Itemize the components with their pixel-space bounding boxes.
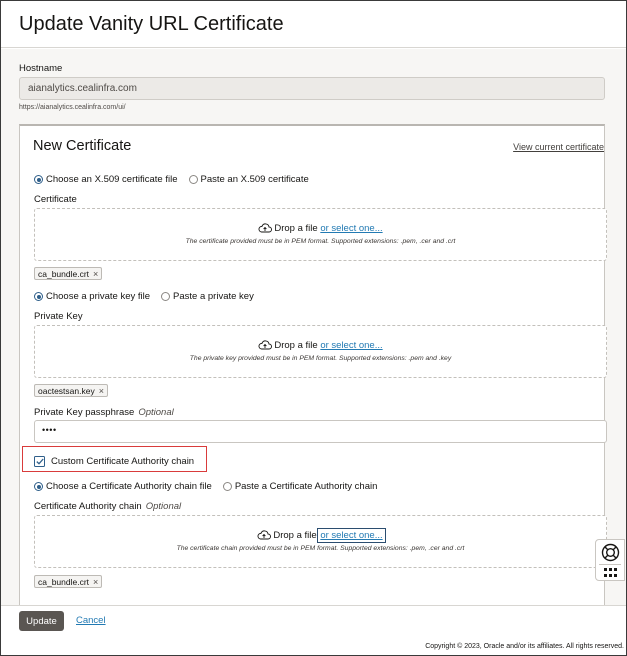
ca-chain-file-name: ca_bundle.crt <box>38 576 90 587</box>
radio-choose-private-key-file[interactable]: Choose a private key file <box>34 291 150 302</box>
radio-selected-icon[interactable] <box>34 175 43 184</box>
hostname-label: Hostname <box>19 63 63 74</box>
ca-chain-format-help: The certificate chain provided must be i… <box>176 545 465 552</box>
dialog: Update Vanity URL Certificate Hostname a… <box>0 0 627 656</box>
ca-chain-file-chip: ca_bundle.crt × <box>34 575 103 588</box>
radio-paste-private-key[interactable]: Paste a private key <box>161 291 254 302</box>
cloud-upload-icon <box>258 223 273 233</box>
ca-chain-label: Certificate Authority chain Optional <box>34 501 182 512</box>
certificate-label: Certificate <box>34 194 77 205</box>
dialog-title: Update Vanity URL Certificate <box>19 13 284 35</box>
private-key-source-radio-group: Choose a private key file Paste a privat… <box>34 291 265 302</box>
hostname-url-hint: https://aianalytics.cealinfra.com/ui/ <box>19 104 126 111</box>
cancel-link[interactable]: Cancel <box>76 615 106 626</box>
optional-tag: Optional <box>145 501 182 512</box>
view-current-certificate-link[interactable]: View current certificate <box>513 142 604 152</box>
hostname-value: aianalytics.cealinfra.com <box>28 83 137 94</box>
new-certificate-section: New Certificate View current certificate… <box>19 124 607 605</box>
radio-unselected-icon[interactable] <box>161 292 171 301</box>
certificate-file-chip: ca_bundle.crt × <box>34 267 103 280</box>
close-icon[interactable]: × <box>93 269 98 279</box>
select-private-key-file-link[interactable]: or select one... <box>320 340 382 351</box>
private-key-format-help: The private key provided must be in PEM … <box>189 355 452 362</box>
ca-chain-source-radio-group: Choose a Certificate Authority chain fil… <box>34 481 388 492</box>
dialog-footer: Update Cancel <box>1 605 626 637</box>
widget-divider <box>599 564 621 565</box>
certificate-format-help: The certificate provided must be in PEM … <box>185 238 456 245</box>
passphrase-label: Private Key passphrase Optional <box>34 407 174 418</box>
lifebuoy-icon[interactable] <box>600 543 621 562</box>
passphrase-value: •••• <box>42 425 57 435</box>
custom-ca-label: Custom Certificate Authority chain <box>51 456 195 467</box>
hostname-field: aianalytics.cealinfra.com <box>19 77 605 100</box>
private-key-file-chip: oactestsan.key × <box>34 384 108 397</box>
cloud-upload-icon <box>257 530 272 540</box>
select-certificate-file-link[interactable]: or select one... <box>320 223 382 234</box>
dialog-header: Update Vanity URL Certificate <box>1 1 626 48</box>
certificate-dropzone[interactable]: Drop a file or select one... The certifi… <box>34 208 607 261</box>
checkbox-checked-icon[interactable] <box>34 456 45 467</box>
cloud-upload-icon <box>258 340 273 350</box>
certificate-source-radio-group: Choose an X.509 certificate file Paste a… <box>34 174 320 185</box>
help-widget[interactable] <box>595 539 625 581</box>
drop-file-text: Drop a file <box>273 530 317 541</box>
private-key-label: Private Key <box>34 311 83 322</box>
close-icon[interactable]: × <box>99 386 104 396</box>
radio-paste-certificate[interactable]: Paste an X.509 certificate <box>188 174 309 185</box>
radio-unselected-icon[interactable] <box>188 175 198 184</box>
drop-file-text: Drop a file <box>274 340 318 351</box>
ca-chain-dropzone[interactable]: Drop a file or select one... The certifi… <box>34 515 607 568</box>
certificate-file-name: ca_bundle.crt <box>38 268 90 279</box>
dialog-body[interactable]: Hostname aianalytics.cealinfra.com https… <box>1 49 626 605</box>
select-ca-chain-file-link[interactable]: or select one... <box>317 528 386 543</box>
copyright-text: Copyright © 2023, Oracle and/or its affi… <box>425 643 624 650</box>
radio-selected-icon[interactable] <box>34 482 43 491</box>
drop-file-text: Drop a file <box>274 223 318 234</box>
update-button[interactable]: Update <box>19 611 64 631</box>
close-icon[interactable]: × <box>93 577 98 587</box>
radio-selected-icon[interactable] <box>34 292 43 301</box>
radio-unselected-icon[interactable] <box>222 482 232 491</box>
custom-ca-checkbox[interactable]: Custom Certificate Authority chain <box>34 456 194 467</box>
radio-choose-certificate-file[interactable]: Choose an X.509 certificate file <box>34 174 178 185</box>
section-title: New Certificate <box>33 138 132 154</box>
grid-dots-icon[interactable] <box>604 568 617 578</box>
private-key-dropzone[interactable]: Drop a file or select one... The private… <box>34 325 607 378</box>
passphrase-input[interactable]: •••• <box>34 420 607 443</box>
radio-paste-ca-chain[interactable]: Paste a Certificate Authority chain <box>222 481 377 492</box>
radio-choose-ca-chain-file[interactable]: Choose a Certificate Authority chain fil… <box>34 481 212 492</box>
private-key-file-name: oactestsan.key <box>38 385 95 396</box>
optional-tag: Optional <box>138 407 174 418</box>
